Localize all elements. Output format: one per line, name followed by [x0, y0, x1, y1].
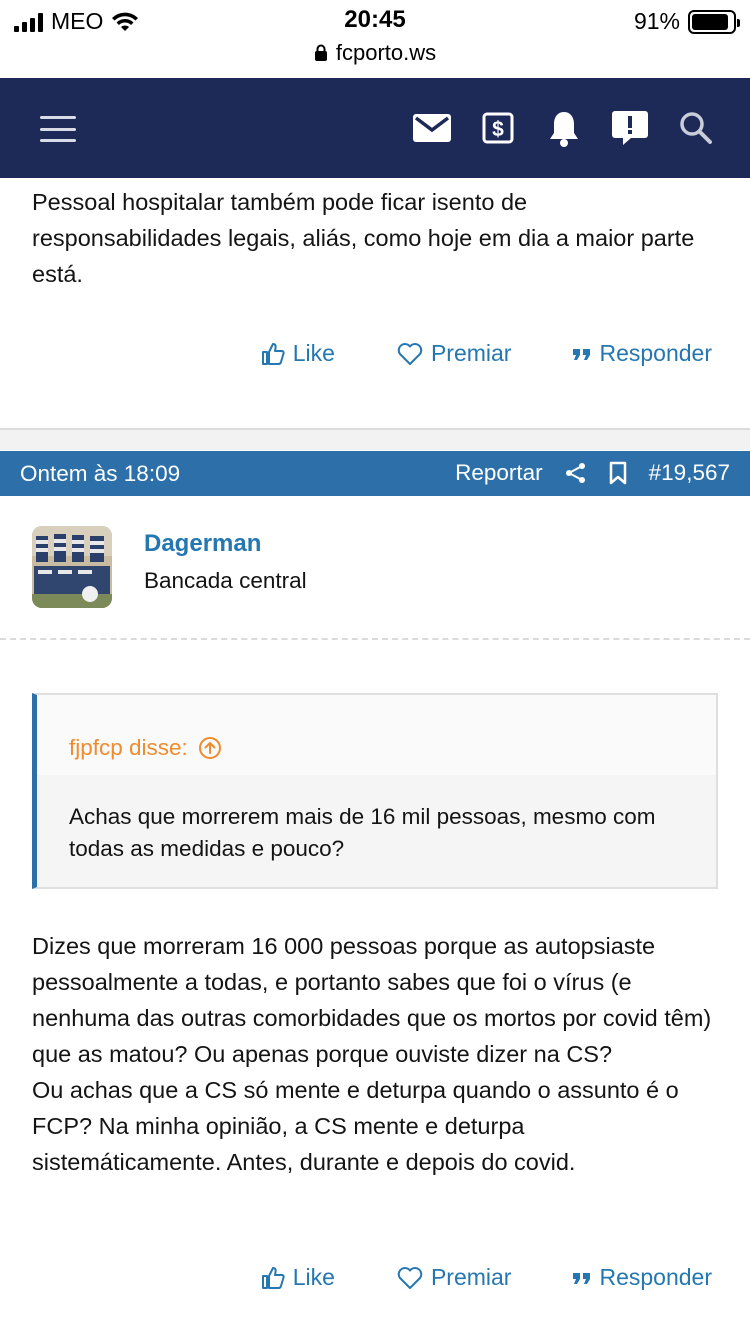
- report-link[interactable]: Reportar: [455, 460, 543, 486]
- bookmark-icon[interactable]: [609, 461, 627, 485]
- thumbs-up-icon: [261, 1266, 285, 1289]
- svg-text:$: $: [492, 118, 504, 141]
- mail-icon[interactable]: [412, 106, 452, 150]
- battery-percent: 91%: [633, 8, 680, 34]
- like-button[interactable]: Like: [261, 340, 335, 367]
- author-title: Bancada central: [144, 568, 307, 593]
- ios-status-bar: MEO 20:45 91% fcporto.ws: [0, 0, 750, 78]
- previous-post-text: Pessoal hospitalar também pode ficar ise…: [32, 189, 695, 287]
- post-date[interactable]: Ontem às 18:09: [20, 461, 180, 487]
- heart-icon: [397, 342, 423, 365]
- post-header-bar: Ontem às 18:09 Reportar #19,567: [0, 451, 750, 496]
- heart-icon: [397, 1266, 423, 1289]
- battery-level: [692, 13, 729, 30]
- header-icons: $: [412, 106, 716, 150]
- quote-icon: [573, 348, 591, 360]
- url-text: fcporto.ws: [335, 40, 437, 65]
- post-body: Dizes que morreram 16 000 pessoas porque…: [32, 928, 718, 1180]
- post-number[interactable]: #19,567: [649, 460, 730, 486]
- like-button[interactable]: Like: [261, 1264, 335, 1291]
- post-author[interactable]: Dagerman: [144, 530, 261, 558]
- award-button[interactable]: Premiar: [397, 340, 512, 367]
- share-icon[interactable]: [565, 462, 587, 484]
- reply-button[interactable]: Responder: [573, 1264, 712, 1291]
- quote-text: Achas que morrerem mais de 16 mil pessoa…: [69, 804, 656, 861]
- battery-icon: [688, 9, 740, 34]
- post-body-paragraph-1: Dizes que morreram 16 000 pessoas porque…: [32, 933, 712, 1067]
- quote-header[interactable]: fjpfcp disse:: [37, 695, 716, 775]
- quote-icon: [573, 1272, 591, 1284]
- post-bar-actions: Reportar #19,567: [455, 460, 730, 486]
- post-body-paragraph-2: Ou achas que a CS só mente e deturpa qua…: [32, 1077, 679, 1175]
- bell-icon[interactable]: [544, 106, 584, 150]
- alert-icon[interactable]: [610, 106, 650, 150]
- dollar-icon[interactable]: $: [478, 106, 518, 150]
- arrow-up-circle-icon[interactable]: [198, 736, 222, 760]
- thumbs-up-icon: [261, 342, 285, 365]
- award-label: Premiar: [430, 1264, 512, 1290]
- site-header: $: [0, 78, 750, 178]
- award-button[interactable]: Premiar: [397, 1264, 512, 1291]
- author-divider: [0, 638, 750, 640]
- award-label: Premiar: [430, 340, 512, 366]
- post-actions: Like Premiar Responder: [261, 1264, 712, 1291]
- avatar[interactable]: [32, 526, 112, 608]
- lock-icon: [314, 44, 327, 61]
- like-label: Like: [292, 1264, 335, 1290]
- quote-block: fjpfcp disse: Achas que morrerem mais de…: [32, 693, 718, 889]
- previous-post-actions: Like Premiar Responder: [261, 340, 712, 367]
- quote-author[interactable]: fjpfcp disse:: [69, 735, 188, 761]
- like-label: Like: [292, 340, 335, 366]
- reply-label: Responder: [599, 1264, 712, 1290]
- reply-label: Responder: [599, 340, 712, 366]
- menu-icon[interactable]: [40, 116, 76, 142]
- search-icon[interactable]: [676, 106, 716, 150]
- status-right: 91%: [633, 8, 740, 35]
- address-bar[interactable]: fcporto.ws: [0, 40, 750, 66]
- reply-button[interactable]: Responder: [573, 340, 712, 367]
- post-separator: [0, 428, 750, 450]
